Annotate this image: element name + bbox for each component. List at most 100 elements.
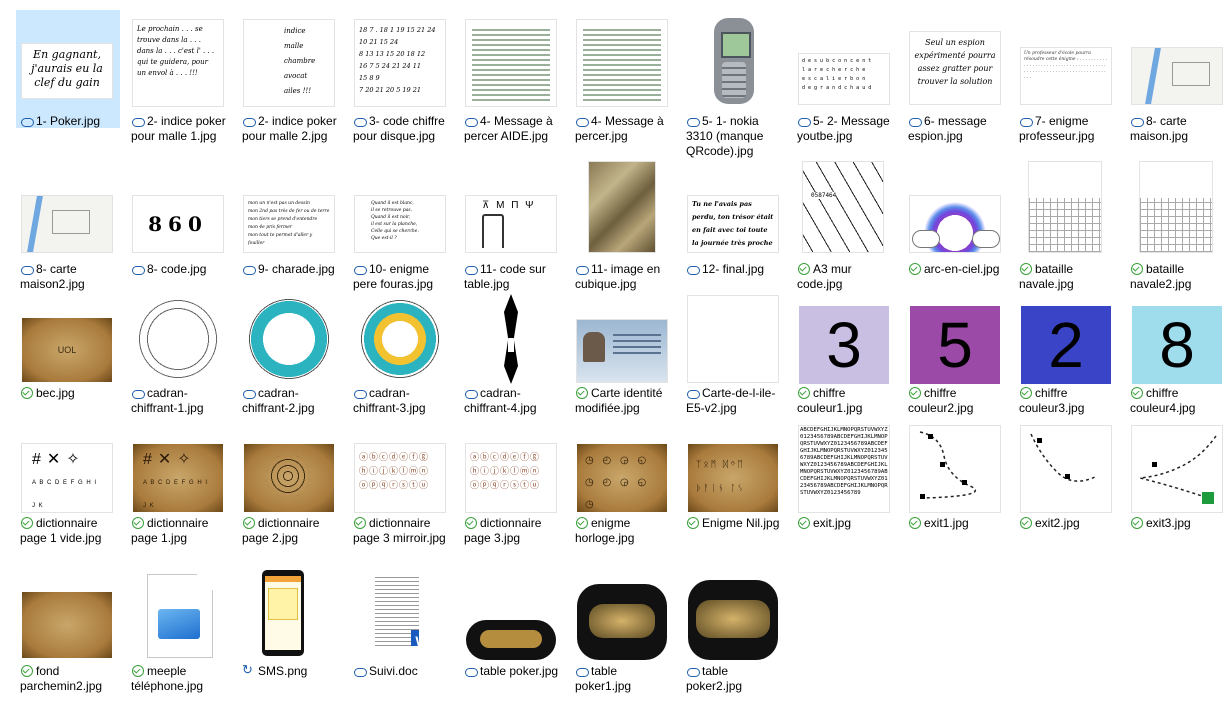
synced-check-icon — [686, 517, 700, 529]
file-thumbnail: Le prochain . . . se trouve dans la . . … — [133, 20, 223, 106]
cloud-icon — [242, 263, 256, 275]
synced-check-icon — [1019, 263, 1033, 275]
file-label: 8- carte maison.jpg — [1130, 114, 1189, 143]
file-label: 7- enigme professeur.jpg — [1019, 114, 1095, 143]
cloud-icon — [131, 263, 145, 275]
file-label: enigme horloge.jpg — [575, 516, 635, 545]
synced-check-icon — [1130, 387, 1144, 399]
file-thumbnail — [688, 296, 778, 382]
file-thumbnail: ᛉᛟᛗ ᛞᛜᛖ ᚦᚨᛁᚾ ᛚᛊ — [688, 444, 778, 512]
cloud-icon — [686, 263, 700, 275]
cloud-icon — [20, 263, 34, 275]
file-label: dictionnaire page 3 mirroir.jpg — [353, 516, 446, 545]
file-thumbnail: 18 7 . 18 1 19 15 21 24 10 21 15 24 8 13 1… — [355, 20, 445, 106]
file-label: cadran-chiffrant-2.jpg — [242, 386, 315, 415]
file-label: table poker.jpg — [464, 664, 564, 679]
synced-check-icon — [797, 263, 811, 275]
file-label: dictionnaire page 3.jpg — [464, 516, 542, 545]
path-drawing — [1139, 435, 1217, 504]
synced-check-icon — [353, 517, 367, 529]
file-label: cadran-chiffrant-1.jpg — [131, 386, 204, 415]
file-thumbnail: d e s u b c o n c e n tl a r e c h e r c… — [799, 54, 889, 104]
file-label: arc-en-ciel.jpg — [908, 262, 1008, 277]
file-thumbnail: 3 — [799, 306, 889, 384]
file-thumbnail: #✕✧ A B C D E F G H I J K — [133, 444, 223, 512]
file-label: 4- Message à percer AIDE.jpg — [464, 114, 553, 143]
file-thumbnail — [1132, 48, 1222, 104]
cloud-icon — [353, 387, 367, 399]
file-label: 6- message espion.jpg — [908, 114, 987, 143]
file-label: chiffre couleur3.jpg — [1019, 386, 1085, 415]
file-label: exit2.jpg — [1019, 516, 1119, 531]
file-thumbnail — [466, 620, 556, 660]
synced-check-icon — [464, 517, 478, 529]
cloud-icon — [686, 387, 700, 399]
file-thumbnail — [504, 294, 518, 384]
file-label: dictionnaire page 1 vide.jpg — [20, 516, 102, 545]
cloud-icon — [464, 263, 478, 275]
synced-check-icon — [908, 387, 922, 399]
file-label: exit3.jpg — [1130, 516, 1227, 531]
file-thumbnail: ⓐⓑⓒⓓⓔⓕⓖ ⓗⓘⓙⓚⓛⓜⓝ ⓞⓟⓠⓡⓢⓣⓤ — [355, 444, 445, 512]
file-label: cadran-chiffrant-3.jpg — [353, 386, 426, 415]
file-thumbnail: 2 — [1021, 306, 1111, 384]
file-label: dictionnaire page 1.jpg — [131, 516, 209, 545]
file-label: bataille navale2.jpg — [1130, 262, 1192, 291]
file-label: dictionnaire page 2.jpg — [242, 516, 320, 545]
file-thumbnail — [246, 296, 332, 382]
synced-check-icon — [797, 387, 811, 399]
sync-icon — [242, 662, 256, 677]
file-thumbnail: ⊼ M П Ψ — [466, 196, 556, 252]
cloud-icon — [908, 115, 922, 127]
file-label: 1- Poker.jpg — [20, 114, 120, 129]
path-drawing — [1030, 433, 1098, 482]
cloud-icon — [131, 387, 145, 399]
file-thumbnail — [910, 426, 1000, 512]
file-thumbnail: ◷ ◴ ◶ ◵ ◷ ◴ ◶ ◵ ◷ — [577, 444, 667, 512]
cloud-icon — [353, 263, 367, 275]
file-thumbnail: W — [375, 574, 419, 646]
cloud-icon — [464, 115, 478, 127]
synced-check-icon — [131, 665, 145, 677]
file-label: Enigme Nil.jpg — [686, 516, 786, 531]
file-thumbnail — [1029, 162, 1101, 252]
file-thumbnail — [589, 162, 655, 252]
cloud-icon — [575, 263, 589, 275]
file-thumbnail — [466, 20, 556, 106]
file-thumbnail: 860 — [133, 196, 223, 252]
file-label: Carte identité modifiée.jpg — [575, 386, 663, 415]
file-label: 10- enigme pere fouras.jpg — [353, 262, 434, 291]
file-thumbnail: 8 — [1132, 306, 1222, 384]
phone-keypad — [722, 62, 746, 98]
file-thumbnail: ⓐⓑⓒⓓⓔⓕⓖ ⓗⓘⓙⓚⓛⓜⓝ ⓞⓟⓠⓡⓢⓣⓤ — [466, 444, 556, 512]
synced-check-icon — [908, 517, 922, 529]
synced-check-icon — [1130, 263, 1144, 275]
file-thumbnail: 0587464 — [803, 162, 883, 252]
file-thumbnail — [22, 196, 112, 252]
cloud-icon — [464, 665, 478, 677]
file-label: 11- image en cubique.jpg — [575, 262, 661, 291]
cloud-icon — [464, 387, 478, 399]
file-thumbnail — [147, 574, 213, 658]
path-drawing — [919, 431, 977, 499]
cloud-icon — [20, 115, 34, 127]
file-label: Suivi.doc — [353, 664, 453, 679]
file-thumbnail — [1132, 426, 1222, 512]
file-label: 2- indice poker pour malle 1.jpg — [131, 114, 226, 143]
synced-check-icon — [575, 517, 589, 529]
cloud-icon — [353, 665, 367, 677]
file-label: 5- 1- nokia 3310 (manque QRcode).jpg — [686, 114, 764, 158]
file-label: 3- code chiffre pour disque.jpg — [353, 114, 445, 143]
cloud-icon — [1130, 115, 1144, 127]
file-label: 11- code sur table.jpg — [464, 262, 546, 291]
file-label: 2- indice poker pour malle 2.jpg — [242, 114, 337, 143]
file-thumbnail — [910, 196, 1000, 252]
synced-check-icon — [1019, 387, 1033, 399]
cloud-icon — [797, 115, 811, 127]
file-label: 4- Message à percer.jpg — [575, 114, 664, 143]
cloud-icon — [575, 665, 589, 677]
cloud-icon — [353, 115, 367, 127]
file-thumbnail: En gagnant, j'aurais eu la clef du gain — [22, 44, 112, 98]
file-label: 9- charade.jpg — [242, 262, 342, 277]
file-thumbnail: Tu ne l'avais pas perdu, ton trésor étai… — [688, 196, 778, 252]
